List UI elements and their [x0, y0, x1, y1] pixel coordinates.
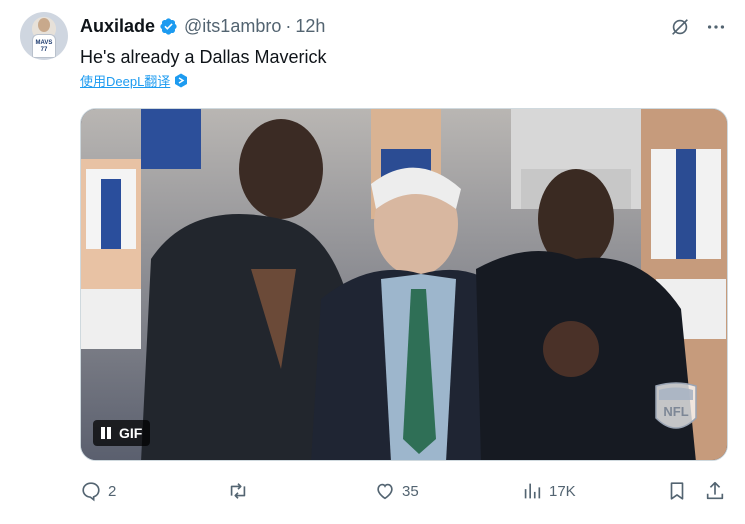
separator-dot: · [285, 16, 292, 36]
views-icon [524, 483, 541, 499]
timestamp[interactable]: 12h [295, 15, 325, 37]
gif-frame [81, 109, 727, 460]
like-icon [377, 483, 393, 500]
like-button[interactable]: 35 [374, 478, 419, 504]
avatar[interactable]: MAVS 77 [20, 12, 68, 60]
retweet-button[interactable] [227, 478, 255, 504]
translate-link-label[interactable]: 使用DeepL翻译 [80, 71, 170, 90]
retweet-icon [230, 483, 246, 499]
tweet-text: He's already a Dallas Maverick [80, 47, 327, 67]
views-count: 17K [549, 482, 576, 500]
more-icon[interactable] [705, 16, 727, 38]
gif-badge[interactable]: GIF [93, 420, 151, 446]
tweet-header: Auxilade @its1ambro · 12h [80, 15, 325, 37]
action-bar: 2 35 17K [80, 478, 728, 504]
views-button[interactable]: 17K [521, 478, 576, 504]
avatar-head [38, 18, 50, 32]
grok-icon[interactable] [669, 16, 691, 38]
reply-count: 2 [108, 482, 117, 500]
nfl-watermark: NFL [663, 404, 688, 419]
translate-link[interactable]: 使用DeepL翻译 [80, 71, 188, 90]
share-icon [706, 481, 724, 500]
verified-badge-icon [160, 17, 177, 35]
nfl-logo-icon: NFL [655, 382, 697, 429]
avatar-jersey-text: MAVS 77 [35, 40, 53, 53]
gif-media[interactable]: GIF NFL [80, 108, 728, 461]
share-button[interactable] [704, 478, 726, 504]
top-actions [669, 16, 727, 38]
reply-icon [82, 482, 100, 502]
bookmark-icon [670, 482, 684, 500]
deepl-icon [175, 73, 188, 88]
avatar-jersey: MAVS 77 [32, 34, 56, 58]
tweet[interactable]: MAVS 77 Auxilade @its1ambro · 12h He's a… [0, 0, 745, 524]
pause-icon[interactable] [99, 426, 113, 440]
gif-badge-label: GIF [119, 425, 143, 441]
reply-button[interactable]: 2 [80, 478, 116, 504]
bookmark-button[interactable] [666, 478, 688, 504]
author-handle[interactable]: @its1ambro [184, 15, 281, 37]
author-name[interactable]: Auxilade [80, 15, 155, 37]
like-count: 35 [402, 482, 419, 500]
